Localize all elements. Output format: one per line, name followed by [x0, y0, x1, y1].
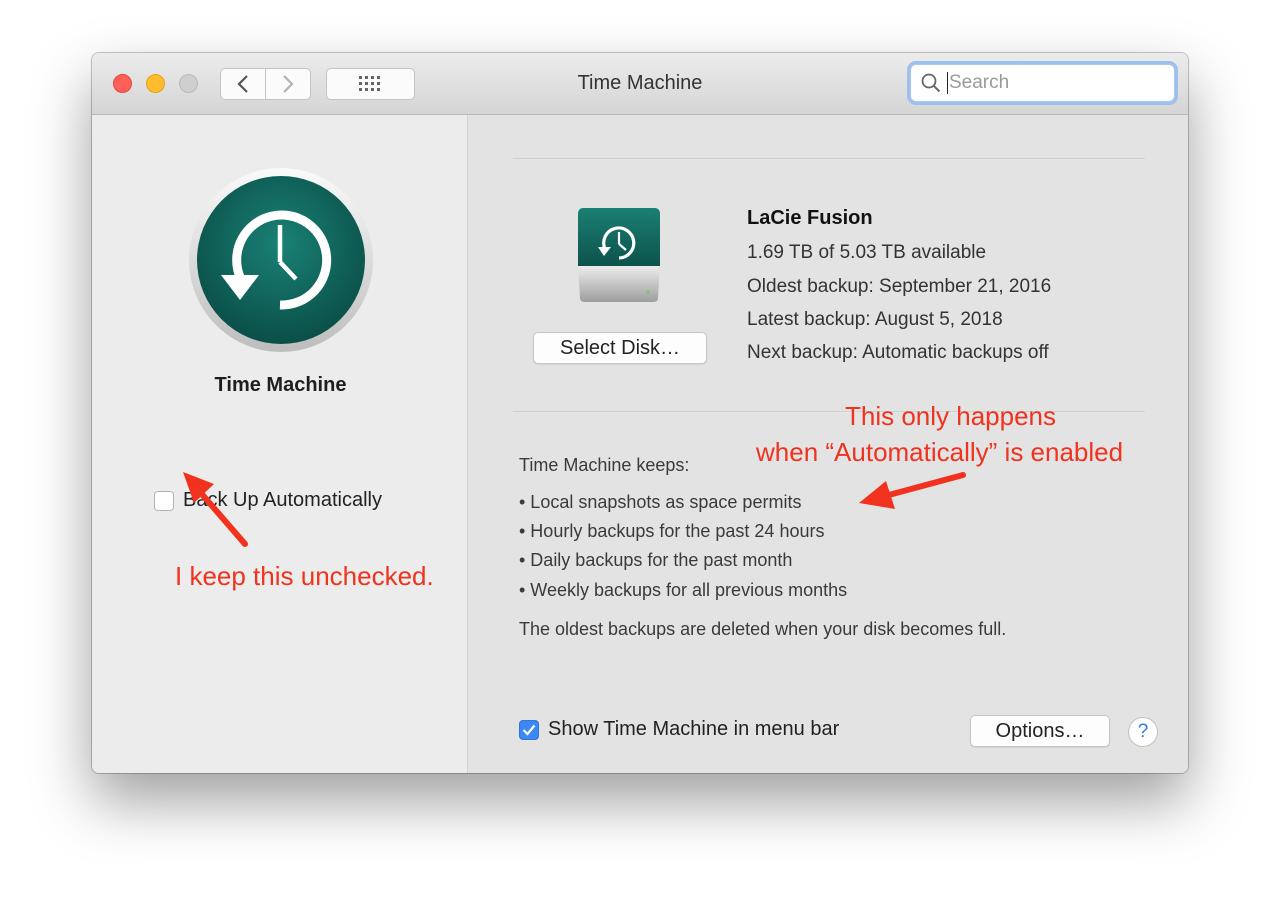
- annotation-right-line2: when “Automatically” is enabled: [756, 437, 1124, 467]
- annotation-left-text: I keep this unchecked.: [175, 561, 434, 591]
- arrow-right-annotation: [859, 472, 966, 509]
- annotation-right-line1: This only happens: [845, 401, 1057, 431]
- arrow-left-annotation: [183, 472, 248, 547]
